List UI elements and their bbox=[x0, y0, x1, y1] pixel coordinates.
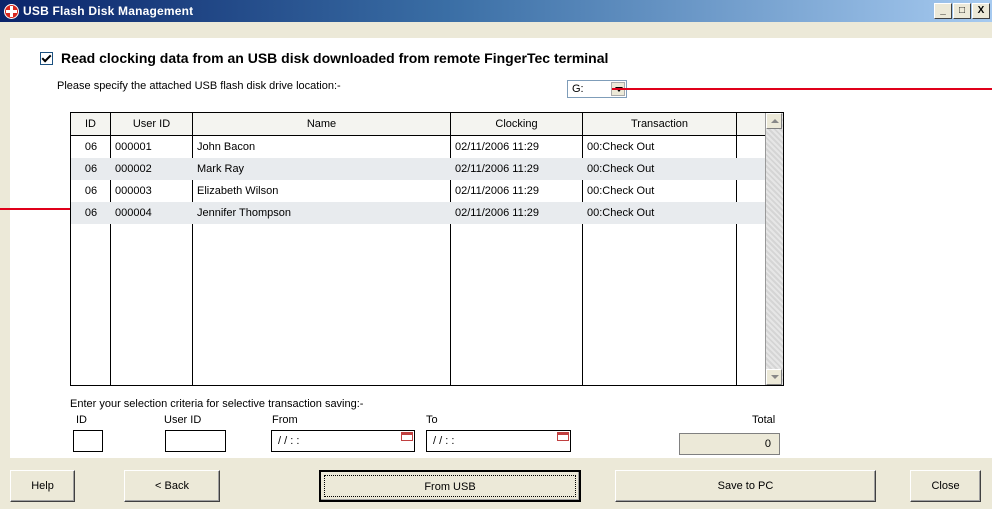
cell-name: John Bacon bbox=[197, 141, 256, 153]
drive-selected-value: G: bbox=[572, 83, 584, 95]
table-body: 06 000001 John Bacon 02/11/2006 11:29 00… bbox=[71, 136, 767, 224]
total-label: Total bbox=[752, 414, 776, 426]
pointer-line-row bbox=[0, 208, 72, 210]
window-title: USB Flash Disk Management bbox=[23, 4, 194, 18]
column-header-user-id[interactable]: User ID bbox=[111, 113, 193, 135]
cell-transaction: 00:Check Out bbox=[587, 141, 655, 153]
transaction-table[interactable]: ID User ID Name Clocking Transaction 06 … bbox=[70, 112, 784, 386]
id-filter-input[interactable] bbox=[73, 430, 103, 452]
cell-clocking: 02/11/2006 11:29 bbox=[455, 141, 540, 153]
column-header-name[interactable]: Name bbox=[193, 113, 451, 135]
cell-id: 06 bbox=[84, 207, 98, 219]
usb-flash-disk-window: USB Flash Disk Management _ □ X Read clo… bbox=[0, 0, 992, 509]
back-button[interactable]: < Back bbox=[124, 470, 220, 502]
cell-user-id: 000002 bbox=[115, 163, 152, 175]
cell-clocking: 02/11/2006 11:29 bbox=[455, 163, 540, 175]
from-label: From bbox=[272, 414, 298, 426]
criteria-instruction: Enter your selection criteria for select… bbox=[70, 398, 364, 410]
cell-clocking: 02/11/2006 11:29 bbox=[455, 207, 540, 219]
table-row[interactable]: 06 000003 Elizabeth Wilson 02/11/2006 11… bbox=[71, 180, 767, 202]
column-header-transaction[interactable]: Transaction bbox=[583, 113, 737, 135]
help-button[interactable]: Help bbox=[10, 470, 75, 502]
read-option-row[interactable]: Read clocking data from an USB disk down… bbox=[40, 50, 608, 66]
calendar-icon[interactable] bbox=[401, 432, 413, 441]
save-to-pc-button[interactable]: Save to PC bbox=[615, 470, 876, 502]
cell-id: 06 bbox=[84, 141, 98, 153]
read-option-checkbox[interactable] bbox=[40, 51, 53, 65]
column-header-id[interactable]: ID bbox=[71, 113, 111, 135]
table-scrollbar[interactable] bbox=[765, 113, 783, 385]
drive-prompt: Please specify the attached USB flash di… bbox=[57, 80, 341, 92]
cell-transaction: 00:Check Out bbox=[587, 185, 655, 197]
column-header-blank bbox=[737, 113, 767, 135]
cell-clocking: 02/11/2006 11:29 bbox=[455, 185, 540, 197]
cell-user-id: 000004 bbox=[115, 207, 152, 219]
to-datetime-value: / / : : bbox=[433, 435, 455, 447]
pointer-line-drive bbox=[612, 88, 992, 90]
read-option-label: Read clocking data from an USB disk down… bbox=[61, 50, 609, 66]
focus-rectangle bbox=[324, 475, 576, 497]
user-id-label: User ID bbox=[164, 414, 202, 426]
cell-name: Mark Ray bbox=[197, 163, 245, 175]
close-button[interactable]: Close bbox=[910, 470, 981, 502]
maximize-button[interactable]: □ bbox=[953, 3, 971, 19]
cell-name: Jennifer Thompson bbox=[197, 207, 291, 219]
cell-user-id: 000001 bbox=[115, 141, 152, 153]
from-datetime-value: / / : : bbox=[278, 435, 300, 447]
window-controls: _ □ X bbox=[934, 3, 990, 19]
cell-transaction: 00:Check Out bbox=[587, 163, 655, 175]
cell-transaction: 00:Check Out bbox=[587, 207, 655, 219]
user-id-filter-input[interactable] bbox=[165, 430, 226, 452]
app-icon bbox=[4, 3, 19, 19]
table-header: ID User ID Name Clocking Transaction bbox=[71, 113, 767, 136]
cell-id: 06 bbox=[84, 163, 98, 175]
total-count: 0 bbox=[679, 433, 780, 455]
title-bar[interactable]: USB Flash Disk Management _ □ X bbox=[0, 0, 992, 22]
to-label: To bbox=[426, 414, 438, 426]
from-datetime-input[interactable]: / / : : bbox=[271, 430, 415, 452]
table-row[interactable]: 06 000004 Jennifer Thompson 02/11/2006 1… bbox=[71, 202, 767, 224]
cell-id: 06 bbox=[84, 185, 98, 197]
calendar-icon[interactable] bbox=[557, 432, 569, 441]
table-row[interactable]: 06 000001 John Bacon 02/11/2006 11:29 00… bbox=[71, 136, 767, 158]
table-row[interactable]: 06 000002 Mark Ray 02/11/2006 11:29 00:C… bbox=[71, 158, 767, 180]
scroll-down-icon[interactable] bbox=[766, 369, 782, 385]
close-window-button[interactable]: X bbox=[972, 3, 990, 19]
minimize-button[interactable]: _ bbox=[934, 3, 952, 19]
cell-name: Elizabeth Wilson bbox=[197, 185, 279, 197]
cell-user-id: 000003 bbox=[115, 185, 152, 197]
column-header-clocking[interactable]: Clocking bbox=[451, 113, 583, 135]
scroll-up-icon[interactable] bbox=[766, 113, 782, 129]
from-usb-button[interactable]: From USB bbox=[319, 470, 581, 502]
id-label: ID bbox=[76, 414, 87, 426]
to-datetime-input[interactable]: / / : : bbox=[426, 430, 571, 452]
